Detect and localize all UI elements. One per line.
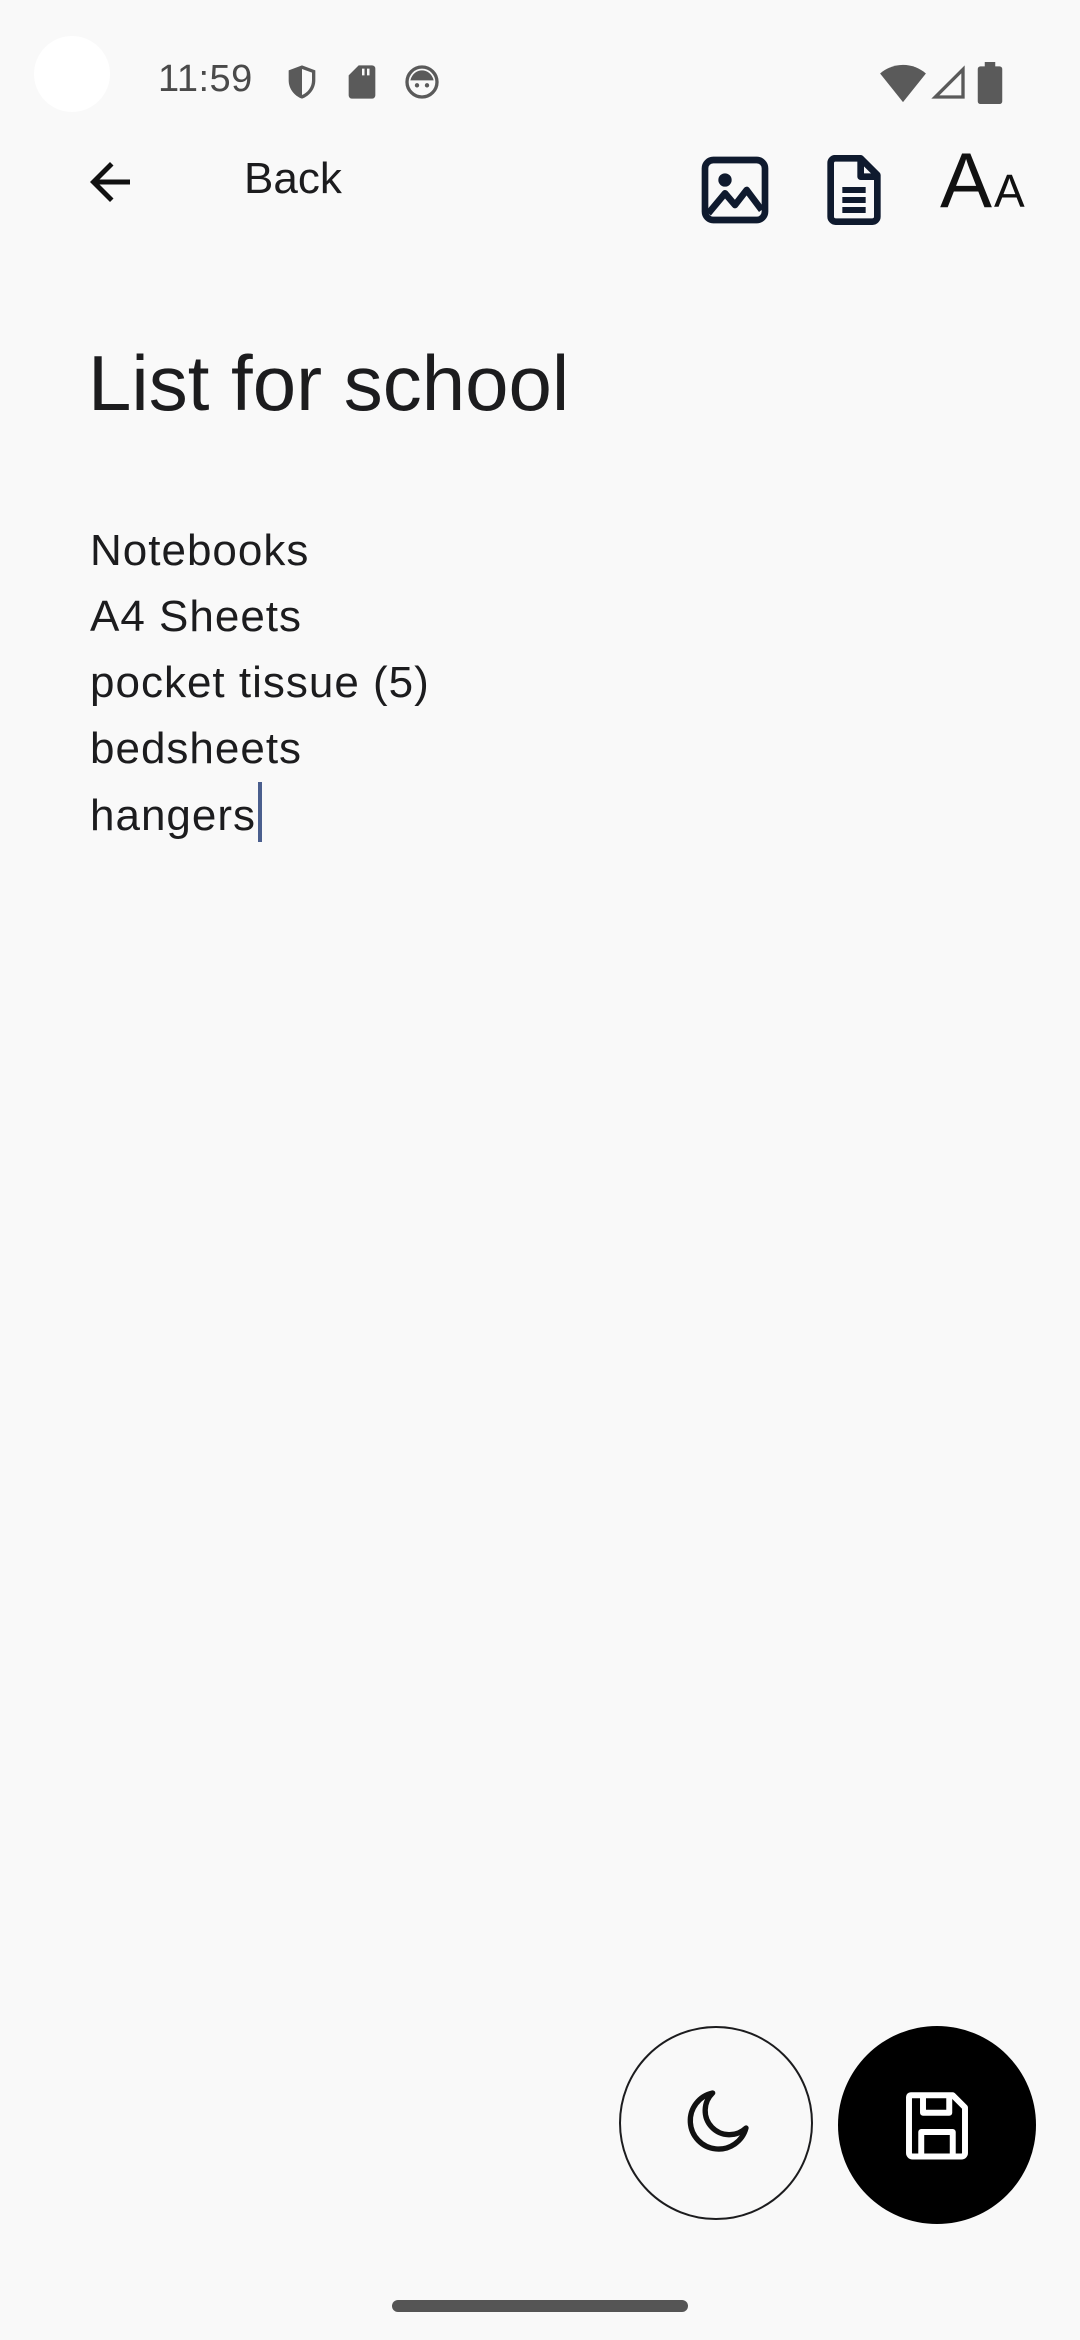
note-body-editor[interactable]: Notebooks A4 Sheets pocket tissue (5) be… [90, 518, 990, 848]
back-button-label[interactable]: Back [244, 154, 342, 204]
camera-cutout [34, 36, 110, 112]
font-size-small-glyph: A [994, 165, 1025, 217]
battery-icon [976, 62, 1004, 104]
note-line: pocket tissue (5) [90, 658, 430, 707]
dark-mode-button[interactable] [619, 2026, 813, 2220]
back-arrow-icon[interactable] [80, 152, 140, 212]
status-time: 11:59 [158, 58, 253, 100]
note-line: A4 Sheets [90, 592, 303, 641]
note-line-text: hangers [90, 791, 257, 840]
android-face-icon [402, 62, 442, 102]
note-editor-screen: 11:59 Back A A List for school Notebooks… [0, 0, 1080, 2340]
gesture-nav-handle[interactable] [392, 2300, 688, 2312]
font-size-icon[interactable]: A A [940, 140, 1040, 220]
save-icon [906, 2092, 968, 2160]
moon-icon [687, 2090, 749, 2152]
status-bar: 11:59 [0, 0, 1080, 160]
note-line: Notebooks [90, 526, 310, 575]
note-line: bedsheets [90, 724, 303, 773]
note-line-last: hangers [90, 782, 990, 848]
font-size-large-glyph: A [940, 136, 993, 224]
wifi-icon [880, 62, 926, 104]
image-icon[interactable] [695, 150, 775, 230]
shield-icon [282, 62, 322, 102]
note-title[interactable]: List for school [88, 338, 569, 429]
text-cursor [258, 782, 263, 842]
sd-card-icon [342, 62, 382, 102]
signal-icon [928, 62, 968, 102]
document-icon[interactable] [814, 150, 894, 230]
save-button[interactable] [838, 2026, 1036, 2224]
app-bar: Back A A [0, 140, 1080, 230]
